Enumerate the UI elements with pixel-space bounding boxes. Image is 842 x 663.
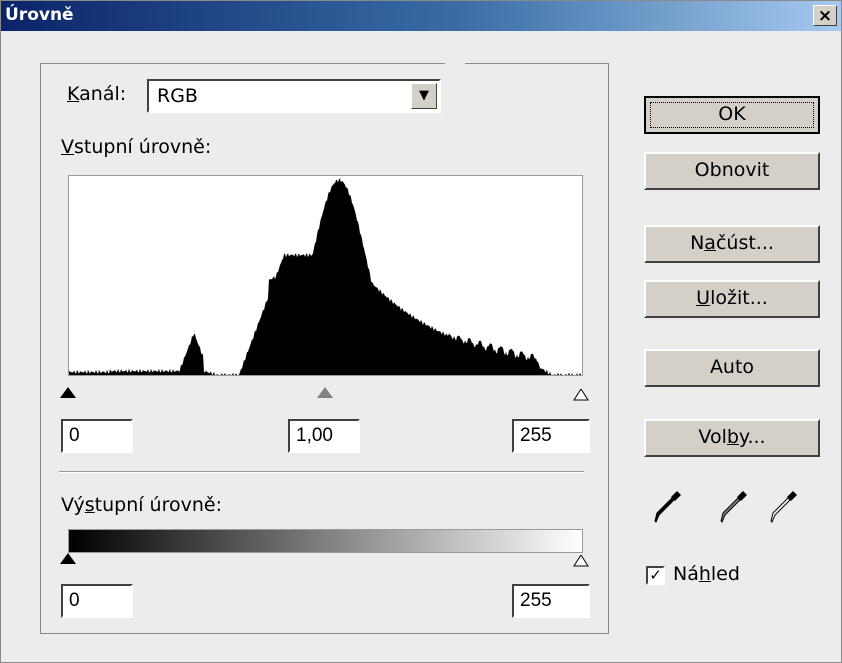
preview-checkbox[interactable]: ✓ (646, 566, 665, 585)
close-button[interactable]: × (813, 5, 837, 26)
histogram (68, 175, 583, 376)
output-black-field[interactable] (61, 584, 133, 618)
close-icon: × (817, 6, 833, 26)
chevron-down-icon[interactable]: ▼ (411, 83, 437, 109)
black-point-eyedropper-icon[interactable] (653, 489, 683, 525)
input-black-field[interactable] (61, 419, 133, 453)
input-black-slider[interactable] (60, 387, 76, 398)
gray-point-eyedropper-icon[interactable] (719, 489, 749, 525)
window-title: Úrovně (5, 5, 74, 25)
output-gradient-bar (68, 529, 583, 553)
reset-button[interactable]: Obnovit (644, 152, 820, 190)
separator (59, 471, 584, 473)
load-button[interactable]: Načúst... (644, 225, 820, 263)
white-point-eyedropper-icon[interactable] (769, 489, 799, 525)
auto-button[interactable]: Auto (644, 349, 820, 387)
channel-select[interactable]: RGB ▼ (147, 79, 441, 113)
output-white-slider[interactable] (573, 552, 589, 567)
input-levels-label: Vstupní úrovně: (61, 136, 212, 158)
input-white-slider[interactable] (573, 386, 589, 401)
output-black-slider[interactable] (60, 553, 76, 564)
preview-label[interactable]: Náhled (673, 563, 740, 585)
levels-dialog: Úrovně × Kanál: RGB ▼ Vstupní úrovně: Vý… (0, 0, 842, 663)
input-gamma-slider[interactable] (317, 387, 333, 398)
input-white-field[interactable] (512, 419, 590, 453)
output-levels-label: Výstupní úrovně: (61, 494, 222, 516)
input-gamma-field[interactable] (288, 419, 360, 453)
options-button[interactable]: Volby... (644, 419, 820, 457)
channel-label: Kanál: (59, 83, 131, 105)
histogram-graph (69, 178, 582, 375)
title-bar[interactable]: Úrovně × (1, 1, 841, 31)
output-white-field[interactable] (512, 584, 590, 618)
ok-button[interactable]: OK (644, 96, 820, 134)
channel-value: RGB (157, 85, 198, 107)
save-button[interactable]: Uložit... (644, 280, 820, 318)
